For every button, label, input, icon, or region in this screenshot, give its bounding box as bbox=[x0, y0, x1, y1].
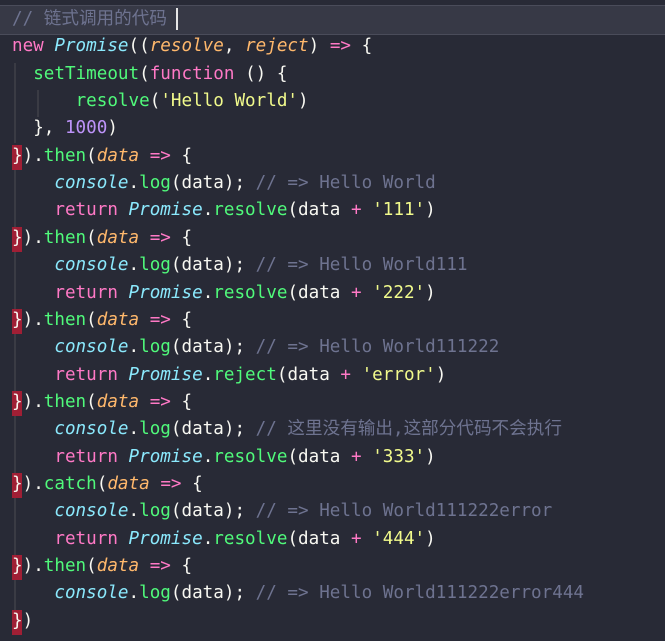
code-line[interactable]: // 链式调用的代码 bbox=[12, 6, 167, 33]
code-line[interactable]: new Promise((resolve, reject) => { bbox=[12, 33, 372, 60]
code-line[interactable]: return Promise.resolve(data + '333') bbox=[12, 444, 435, 471]
code-editor[interactable]: // 链式调用的代码 new Promise((resolve, reject) … bbox=[0, 0, 665, 641]
code-line[interactable]: }).then(data => { bbox=[12, 143, 192, 170]
code-line[interactable]: resolve('Hello World') bbox=[12, 88, 309, 115]
code-line[interactable]: return Promise.resolve(data + '111') bbox=[12, 197, 435, 224]
code-line[interactable]: return Promise.resolve(data + '222') bbox=[12, 280, 435, 307]
code-line[interactable]: return Promise.resolve(data + '444') bbox=[12, 526, 435, 553]
code-line[interactable]: console.log(data); // => Hello World1112… bbox=[12, 498, 552, 525]
code-line[interactable]: console.log(data); // 这里没有输出,这部分代码不会执行 bbox=[12, 416, 562, 443]
code-line[interactable]: }).then(data => { bbox=[12, 225, 192, 252]
code-line[interactable]: setTimeout(function () { bbox=[12, 61, 287, 88]
text-caret bbox=[176, 8, 178, 30]
code-line[interactable]: console.log(data); // => Hello World111 bbox=[12, 252, 467, 279]
code-line[interactable]: console.log(data); // => Hello World bbox=[12, 170, 435, 197]
code-line[interactable]: }).then(data => { bbox=[12, 389, 192, 416]
code-line[interactable]: console.log(data); // => Hello World1112… bbox=[12, 580, 584, 607]
code-line[interactable]: console.log(data); // => Hello World1112… bbox=[12, 334, 499, 361]
code-line[interactable]: }) bbox=[12, 608, 33, 635]
code-line[interactable]: }, 1000) bbox=[12, 115, 118, 142]
code-line[interactable]: return Promise.reject(data + 'error') bbox=[12, 362, 446, 389]
code-line[interactable]: }).then(data => { bbox=[12, 553, 192, 580]
code-line[interactable]: }).catch(data => { bbox=[12, 471, 203, 498]
code-line[interactable]: }).then(data => { bbox=[12, 307, 192, 334]
